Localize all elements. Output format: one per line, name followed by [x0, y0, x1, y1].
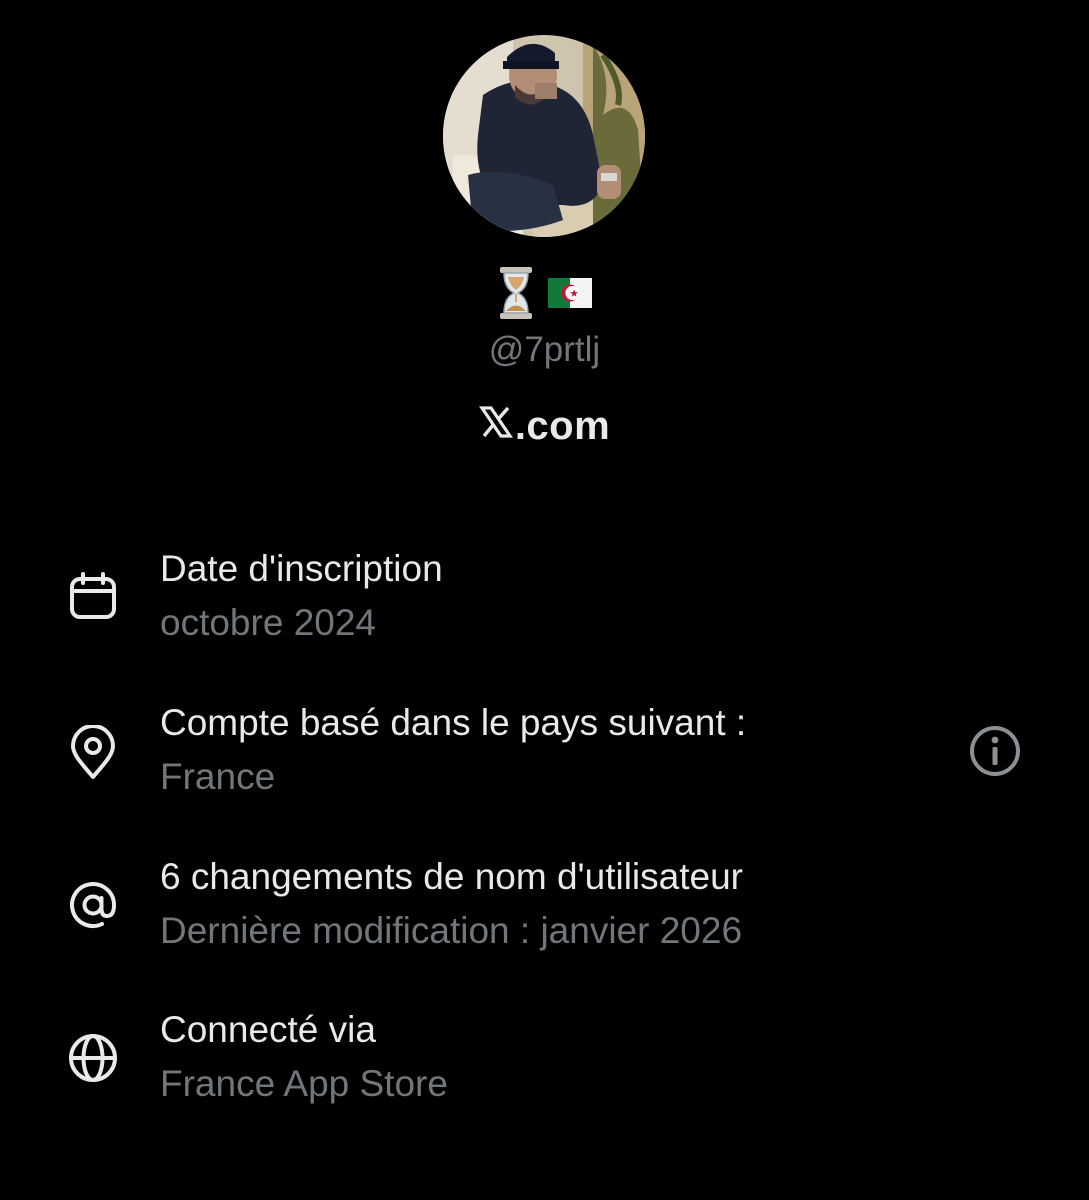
calendar-icon	[64, 568, 122, 626]
location-pin-icon	[64, 724, 122, 782]
hourglass-icon	[498, 266, 534, 325]
detail-title: Compte basé dans le pays suivant :	[160, 702, 747, 743]
detail-join-date: Date d'inscription octobre 2024	[0, 548, 1089, 658]
avatar[interactable]	[443, 35, 645, 237]
detail-connected-via: Connecté via France App Store	[0, 1009, 1089, 1119]
detail-subtitle: France	[160, 756, 276, 797]
info-icon	[968, 724, 1022, 783]
detail-country: Compte basé dans le pays suivant : Franc…	[0, 702, 1089, 812]
detail-title: 6 changements de nom d'utilisateur	[160, 856, 743, 897]
detail-title: Connecté via	[160, 1009, 376, 1050]
detail-subtitle: Dernière modification : janvier 2026	[160, 910, 743, 951]
algeria-flag-icon	[547, 277, 592, 313]
site-text: .com	[514, 404, 611, 448]
at-sign-icon	[64, 876, 122, 934]
username-handle: @7prtlj	[488, 330, 601, 369]
display-name	[0, 266, 1089, 324]
x-logo-icon	[478, 404, 513, 449]
detail-subtitle: France App Store	[160, 1063, 448, 1104]
detail-subtitle: octobre 2024	[160, 602, 377, 643]
detail-title: Date d'inscription	[160, 548, 443, 589]
globe-icon	[64, 1029, 122, 1087]
info-button[interactable]	[966, 724, 1024, 782]
avatar-image	[443, 35, 645, 237]
site-link[interactable]: .com	[0, 404, 1089, 449]
detail-username-changes: 6 changements de nom d'utilisateur Derni…	[0, 856, 1089, 966]
